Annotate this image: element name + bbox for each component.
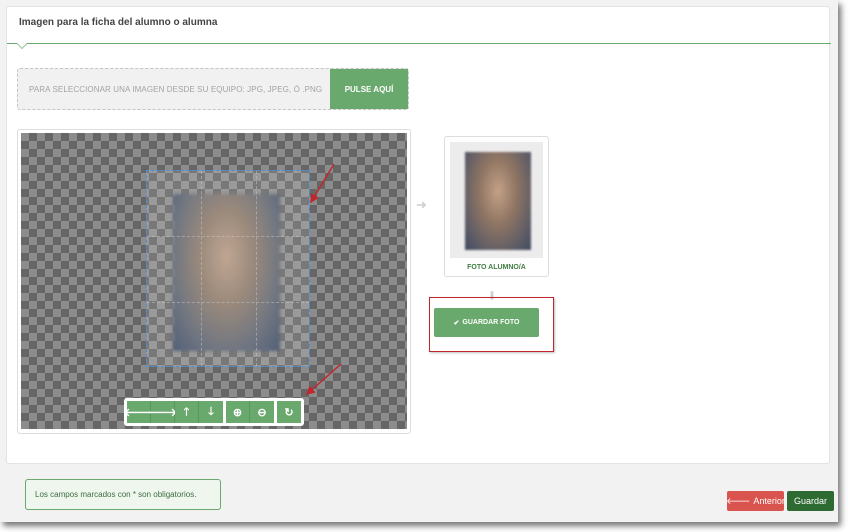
arrow-right-icon[interactable]: 🡒 [148,401,177,423]
required-fields-note: Los campos marcados con * son obligatori… [25,479,221,510]
zoom-out-icon[interactable]: ⊖ [250,401,274,423]
panel-title: Imagen para la ficha del alumno o alumna [19,17,218,28]
check-icon: ✔ [453,319,460,327]
cropper-container: 🡐 🡒 🡑 🡓 ⊕ ⊖ ↻ [17,129,411,434]
previous-label: Anterior [753,496,785,506]
save-button[interactable]: Guardar [787,491,834,511]
save-photo-label: GUARDAR FOTO [462,319,520,326]
arrow-right-icon: ➜ [416,197,427,212]
upload-dropzone[interactable]: PARA SELECCIONAR UNA IMAGEN DESDE SU EQU… [17,68,409,110]
crop-guide [256,171,257,366]
arrow-down-icon[interactable]: 🡓 [199,401,223,423]
preview-photo [465,152,531,250]
move-button-group: 🡐 🡒 🡑 🡓 [124,401,223,423]
zoom-button-group: ⊕ ⊖ [226,401,274,423]
crop-guide [201,171,202,366]
photo-preview-card: FOTO ALUMNO/A [444,136,549,277]
preview-label: FOTO ALUMNO/A [467,264,526,271]
select-image-button[interactable]: PULSE AQUÍ [330,69,408,109]
arrow-up-icon[interactable]: 🡑 [175,401,199,423]
image-panel: Imagen para la ficha del alumno o alumna… [6,6,831,464]
panel-divider [7,43,831,44]
arrow-left-icon: 🡐 [726,495,751,506]
cropper-toolbar: 🡐 🡒 🡑 🡓 ⊕ ⊖ ↻ [124,398,304,426]
rotate-icon[interactable]: ↻ [277,401,301,423]
crop-selection-box[interactable] [146,170,310,367]
save-photo-button[interactable]: ✔ GUARDAR FOTO [434,308,539,337]
zoom-in-icon[interactable]: ⊕ [226,401,250,423]
upload-hint: PARA SELECCIONAR UNA IMAGEN DESDE SU EQU… [29,85,323,94]
app-frame: Imagen para la ficha del alumno o alumna… [0,0,838,522]
preview-frame [450,142,543,258]
crop-guide [147,302,309,303]
previous-button[interactable]: 🡐 Anterior [726,491,785,511]
crop-canvas[interactable]: 🡐 🡒 🡑 🡓 ⊕ ⊖ ↻ [21,133,407,429]
crop-guide [147,236,309,237]
rotate-button-group: ↻ [277,401,301,423]
divider-notch-inner [17,43,27,48]
